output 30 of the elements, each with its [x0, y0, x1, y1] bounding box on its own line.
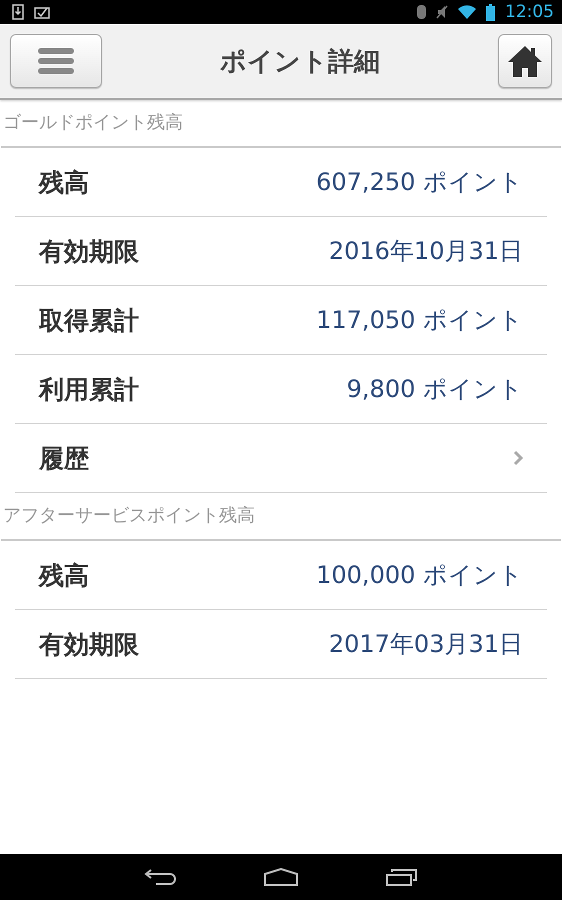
row-label: 有効期限 — [39, 628, 140, 660]
menu-icon — [38, 47, 74, 75]
section-header: ゴールドポイント残高 — [1, 100, 561, 148]
download-icon — [12, 4, 24, 20]
row-value: 2017年03月31日 — [328, 629, 523, 660]
page-title: ポイント詳細 — [219, 46, 381, 78]
row-label: 有効期限 — [39, 236, 140, 268]
battery-icon — [486, 4, 495, 20]
row-value: 2016年10月31日 — [328, 236, 523, 267]
row-label: 残高 — [39, 166, 90, 198]
wifi-icon — [458, 5, 476, 19]
clipboard-check-icon — [34, 5, 50, 19]
row-value: 607,250 ポイント — [316, 167, 523, 198]
row-label: 取得累計 — [39, 304, 140, 336]
row-value: 117,050 ポイント — [316, 305, 523, 336]
muted-speaker-icon — [436, 5, 448, 19]
row-label: 残高 — [39, 560, 90, 592]
menu-button[interactable] — [10, 34, 102, 88]
row-value: 9,800 ポイント — [346, 374, 523, 405]
home-icon[interactable] — [264, 868, 298, 886]
row-label: 利用累計 — [39, 374, 140, 406]
back-icon[interactable] — [144, 868, 176, 886]
home-icon — [508, 45, 542, 77]
section-header: アフターサービスポイント残高 — [1, 493, 561, 541]
history-row[interactable]: 履歴 — [15, 424, 547, 493]
clock-time: 12:05 — [505, 2, 554, 22]
recent-apps-icon[interactable] — [386, 868, 418, 886]
row-value: 100,000 ポイント — [316, 560, 523, 591]
home-button[interactable] — [498, 34, 552, 88]
chevron-right-icon — [513, 450, 523, 466]
